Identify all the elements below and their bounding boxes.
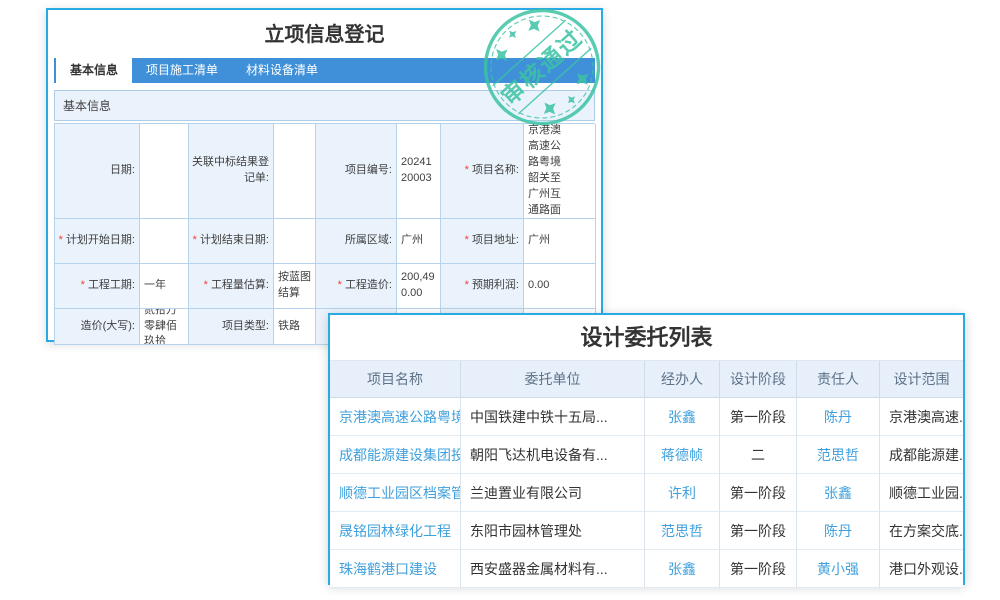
cell-client-unit: 中国铁建中铁十五局...	[461, 398, 645, 436]
handler-link[interactable]: 范思哲	[661, 521, 703, 541]
handler-link[interactable]: 许利	[668, 483, 696, 503]
cell-client-unit: 东阳市园林管理处	[461, 512, 645, 550]
field-value-project-name: 京港澳高速公路粤境韶关至广州互通路面	[524, 124, 596, 219]
tab-construction-list[interactable]: 项目施工清单	[132, 58, 232, 83]
col-header-design-stage: 设计阶段	[720, 361, 797, 398]
list-title: 设计委托列表	[330, 315, 963, 360]
field-value-project-number: 2024120003	[397, 124, 441, 219]
handler-link[interactable]: 蒋德帧	[661, 445, 703, 465]
owner-link[interactable]: 范思哲	[817, 445, 859, 465]
tab-material-equipment-list[interactable]: 材料设备清单	[232, 58, 332, 83]
col-header-project-name: 项目名称	[330, 361, 461, 398]
field-value-cost-in-words: 贰拾万零肆佰玖拾	[140, 309, 189, 345]
cell-owner: 陈丹	[797, 398, 880, 436]
field-label-date: 日期:	[55, 124, 140, 219]
owner-link[interactable]: 陈丹	[824, 407, 852, 427]
cell-design-stage: 第一阶段	[720, 550, 797, 588]
cell-owner: 张鑫	[797, 474, 880, 512]
field-label-plan-start-date: 计划开始日期:	[55, 219, 140, 264]
field-value-project-cost: 200,490.00	[397, 264, 441, 309]
field-label-project-name: 项目名称:	[441, 124, 524, 219]
field-label-quantity-estimate: 工程量估算:	[189, 264, 274, 309]
cell-project-name: 晟铭园林绿化工程	[330, 512, 461, 550]
owner-link[interactable]: 张鑫	[824, 483, 852, 503]
field-value-expected-profit: 0.00	[524, 264, 596, 309]
owner-link[interactable]: 陈丹	[824, 521, 852, 541]
handler-link[interactable]: 张鑫	[668, 407, 696, 427]
field-label-project-number: 项目编号:	[316, 124, 397, 219]
registration-form-table: 日期: 关联中标结果登记单: 项目编号: 2024120003 项目名称: 京港…	[54, 123, 595, 345]
cell-design-stage: 二	[720, 436, 797, 474]
cell-client-unit: 兰迪置业有限公司	[461, 474, 645, 512]
field-value-duration: 一年	[140, 264, 189, 309]
cell-handler: 范思哲	[645, 512, 720, 550]
cell-design-scope: 京港澳高速...	[880, 398, 963, 436]
handler-link[interactable]: 张鑫	[668, 559, 696, 579]
cell-owner: 陈丹	[797, 512, 880, 550]
cell-owner: 黄小强	[797, 550, 880, 588]
cell-design-scope: 顺德工业园...	[880, 474, 963, 512]
project-link[interactable]: 珠海鹤港口建设	[339, 559, 437, 579]
commission-list-panel: 设计委托列表 项目名称 委托单位 经办人 设计阶段 责任人 设计范围 京港澳高速…	[328, 313, 965, 585]
col-header-client-unit: 委托单位	[461, 361, 645, 398]
tab-bar: 基本信息 项目施工清单 材料设备清单	[54, 58, 595, 83]
col-header-owner: 责任人	[797, 361, 880, 398]
field-value-quantity-estimate: 按蓝图结算	[274, 264, 316, 309]
cell-design-stage: 第一阶段	[720, 398, 797, 436]
cell-design-scope: 成都能源建...	[880, 436, 963, 474]
cell-handler: 张鑫	[645, 398, 720, 436]
section-header: 基本信息	[54, 90, 595, 121]
cell-handler: 张鑫	[645, 550, 720, 588]
cell-handler: 许利	[645, 474, 720, 512]
field-label-bid-result-form: 关联中标结果登记单:	[189, 124, 274, 219]
field-label-project-cost: 工程造价:	[316, 264, 397, 309]
cell-project-name: 京港澳高速公路粤境...	[330, 398, 461, 436]
field-value-bid-result-form	[274, 124, 316, 219]
field-label-project-type: 项目类型:	[189, 309, 274, 345]
commission-table: 项目名称 委托单位 经办人 设计阶段 责任人 设计范围 京港澳高速公路粤境...…	[330, 360, 963, 588]
cell-handler: 蒋德帧	[645, 436, 720, 474]
col-header-handler: 经办人	[645, 361, 720, 398]
field-label-cost-in-words: 造价(大写):	[55, 309, 140, 345]
field-label-project-address: 项目地址:	[441, 219, 524, 264]
field-value-project-type: 铁路	[274, 309, 316, 345]
project-link[interactable]: 顺德工业园区档案管...	[339, 483, 461, 503]
field-label-region: 所属区域:	[316, 219, 397, 264]
registration-form-panel: 立项信息登记 基本信息 项目施工清单 材料设备清单 基本信息 日期: 关联中标结…	[46, 8, 603, 342]
cell-project-name: 顺德工业园区档案管...	[330, 474, 461, 512]
project-link[interactable]: 成都能源建设集团投...	[339, 445, 461, 465]
field-value-region: 广州	[397, 219, 441, 264]
field-value-plan-end-date	[274, 219, 316, 264]
field-label-plan-end-date: 计划结束日期:	[189, 219, 274, 264]
cell-design-scope: 在方案交底...	[880, 512, 963, 550]
field-label-expected-profit: 预期利润:	[441, 264, 524, 309]
cell-design-stage: 第一阶段	[720, 474, 797, 512]
cell-design-scope: 港口外观设...	[880, 550, 963, 588]
cell-client-unit: 朝阳飞达机电设备有...	[461, 436, 645, 474]
cell-design-stage: 第一阶段	[720, 512, 797, 550]
cell-project-name: 成都能源建设集团投...	[330, 436, 461, 474]
cell-project-name: 珠海鹤港口建设	[330, 550, 461, 588]
project-link[interactable]: 晟铭园林绿化工程	[339, 521, 451, 541]
col-header-design-scope: 设计范围	[880, 361, 963, 398]
page-title: 立项信息登记	[48, 10, 601, 58]
tab-basic-info[interactable]: 基本信息	[56, 55, 132, 83]
cell-owner: 范思哲	[797, 436, 880, 474]
owner-link[interactable]: 黄小强	[817, 559, 859, 579]
field-label-duration: 工程工期:	[55, 264, 140, 309]
field-value-date	[140, 124, 189, 219]
field-value-plan-start-date	[140, 219, 189, 264]
project-link[interactable]: 京港澳高速公路粤境...	[339, 407, 461, 427]
cell-client-unit: 西安盛器金属材料有...	[461, 550, 645, 588]
field-value-project-address: 广州	[524, 219, 596, 264]
